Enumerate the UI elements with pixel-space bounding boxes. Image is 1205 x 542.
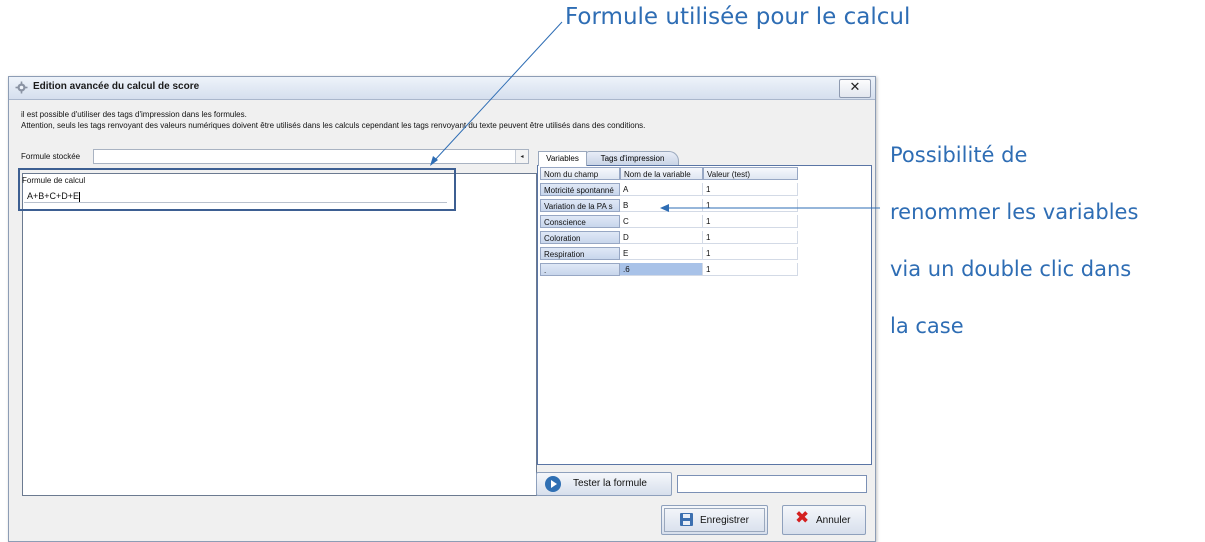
table-cell-field[interactable]: Motricité spontanné bbox=[540, 183, 620, 196]
floppy-disk-icon bbox=[680, 513, 693, 526]
table-cell-variable[interactable]: .6 bbox=[620, 263, 703, 276]
save-label: Enregistrer bbox=[700, 515, 749, 526]
annotation-rename-line-1: Possibilité de bbox=[890, 143, 1028, 167]
annotation-rename-line-4: la case bbox=[890, 314, 964, 338]
dropdown-arrow-icon[interactable]: ◂ bbox=[515, 150, 528, 163]
gear-icon bbox=[15, 81, 28, 94]
score-formula-dialog: Edition avancée du calcul de score ✕ il … bbox=[8, 76, 876, 542]
annotation-formula: Formule utilisée pour le calcul bbox=[565, 4, 911, 30]
stored-formula-dropdown[interactable]: ◂ bbox=[93, 149, 529, 164]
play-circle-icon bbox=[545, 476, 561, 492]
test-result-field[interactable] bbox=[677, 475, 867, 493]
table-cell-variable[interactable]: C bbox=[620, 215, 703, 228]
info-text-line-1: il est possible d'utiliser des tags d'im… bbox=[21, 110, 247, 119]
table-cell-field[interactable]: Coloration bbox=[540, 231, 620, 244]
formula-highlight-frame bbox=[18, 168, 456, 211]
column-header-variable[interactable]: Nom de la variable bbox=[620, 167, 703, 180]
cancel-label: Annuler bbox=[816, 515, 851, 526]
table-cell-value[interactable]: 1 bbox=[703, 231, 798, 244]
annotation-rename-line-2: renommer les variables bbox=[890, 200, 1139, 224]
table-cell-field[interactable]: Respiration bbox=[540, 247, 620, 260]
test-formula-label: Tester la formule bbox=[573, 478, 647, 489]
table-cell-value[interactable]: 1 bbox=[703, 247, 798, 260]
red-x-icon: ✖ bbox=[795, 508, 810, 528]
test-formula-button[interactable]: Tester la formule bbox=[536, 472, 672, 496]
column-header-field[interactable]: Nom du champ bbox=[540, 167, 620, 180]
table-cell-field[interactable]: Conscience bbox=[540, 215, 620, 228]
table-cell-variable[interactable]: B bbox=[620, 199, 703, 212]
table-cell-value[interactable]: 1 bbox=[703, 199, 798, 212]
table-cell-field[interactable]: Variation de la PA s bbox=[540, 199, 620, 212]
info-text-line-2: Attention, seuls les tags renvoyant des … bbox=[21, 121, 646, 130]
formula-editor-area[interactable] bbox=[22, 173, 537, 496]
dialog-title: Edition avancée du calcul de score bbox=[33, 81, 200, 92]
save-button[interactable]: Enregistrer bbox=[661, 505, 768, 535]
title-bar[interactable]: Edition avancée du calcul de score ✕ bbox=[9, 77, 875, 100]
tab-variables[interactable]: Variables bbox=[538, 151, 587, 166]
table-cell-field[interactable]: . bbox=[540, 263, 620, 276]
close-button[interactable]: ✕ bbox=[839, 79, 871, 98]
column-header-value[interactable]: Valeur (test) bbox=[703, 167, 798, 180]
table-cell-variable[interactable]: D bbox=[620, 231, 703, 244]
table-cell-variable[interactable]: A bbox=[620, 183, 703, 196]
table-cell-value[interactable]: 1 bbox=[703, 183, 798, 196]
table-cell-value[interactable]: 1 bbox=[703, 263, 798, 276]
cancel-button[interactable]: ✖ Annuler bbox=[782, 505, 866, 535]
table-cell-value[interactable]: 1 bbox=[703, 215, 798, 228]
tab-print-tags[interactable]: Tags d'impression bbox=[586, 151, 679, 165]
annotation-rename-line-3: via un double clic dans bbox=[890, 257, 1132, 281]
table-cell-variable[interactable]: E bbox=[620, 247, 703, 260]
stored-formula-label: Formule stockée bbox=[21, 152, 81, 161]
